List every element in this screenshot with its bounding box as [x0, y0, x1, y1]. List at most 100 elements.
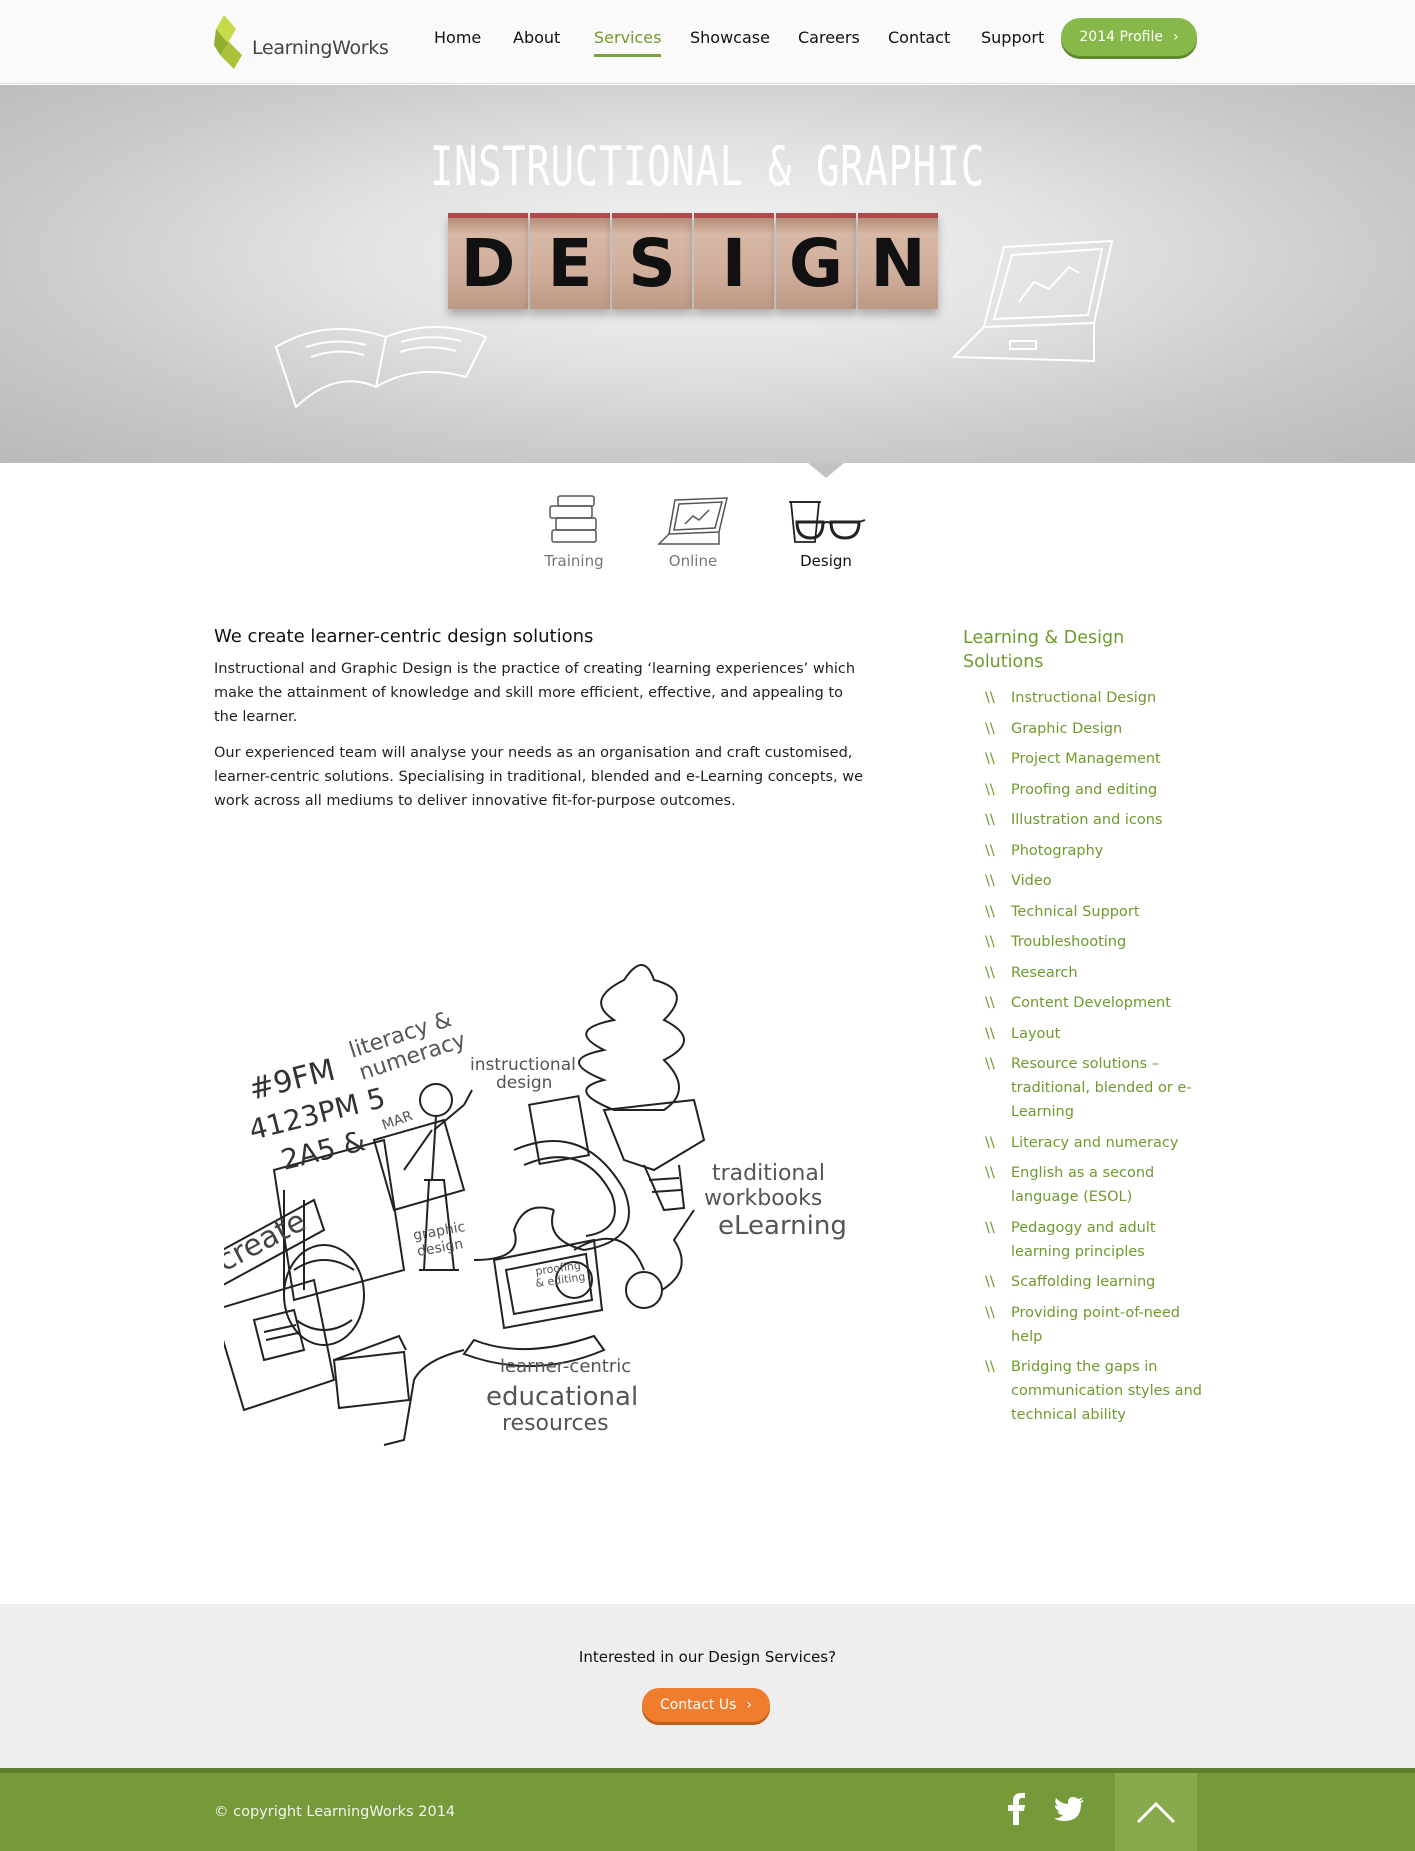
illustration-word: design — [496, 1073, 552, 1093]
solution-item-label: Proofing and editing — [1011, 781, 1158, 798]
design-blocks: D E S I G N — [448, 213, 938, 309]
bullet-icon: \\ — [985, 1165, 995, 1181]
sidebar-solutions: Learning & Design Solutions \\ Instructio… — [963, 626, 1203, 1434]
tab-design[interactable]: Design — [766, 490, 886, 570]
solution-item-label: Resource solutions – traditional, blende… — [1011, 1056, 1192, 1120]
main-nav: Home About Services Showcase Careers Con… — [0, 0, 1415, 84]
solution-item[interactable]: \\ Photography — [963, 839, 1203, 863]
bullet-icon: \\ — [985, 964, 995, 981]
solution-item[interactable]: \\ Resource solutions – traditional, blen… — [963, 1052, 1203, 1124]
back-to-top-button[interactable] — [1115, 1773, 1197, 1851]
illustration-word: eLearning — [718, 1211, 847, 1241]
nav-support[interactable]: Support — [981, 28, 1044, 47]
bullet-icon: \\ — [985, 1134, 995, 1151]
solution-item[interactable]: \\ Scaffolding learning — [963, 1270, 1203, 1294]
nav-showcase[interactable]: Showcase — [690, 28, 770, 47]
illustration-word: workbooks — [704, 1186, 822, 1211]
bullet-icon: \\ — [985, 690, 995, 706]
solution-item[interactable]: \\ Technical Support — [963, 900, 1203, 924]
solution-item[interactable]: \\ Proofing and editing — [963, 778, 1203, 802]
solution-item-label: English as a second language (ESOL) — [1011, 1165, 1155, 1205]
chevron-right-icon: › — [1173, 29, 1179, 45]
bullet-icon: \\ — [985, 751, 995, 767]
profile-button-label: 2014 Profile — [1079, 29, 1163, 45]
bullet-icon: \\ — [985, 934, 995, 950]
solution-item[interactable]: \\ Content Development — [963, 991, 1203, 1015]
solution-item-label: Content Development — [1011, 995, 1171, 1011]
illustration-word: resources — [502, 1411, 609, 1436]
tab-design-label: Design — [800, 552, 852, 570]
solution-item-label: Video — [1011, 873, 1052, 889]
nav-about[interactable]: About — [513, 28, 560, 47]
solution-item-label: Troubleshooting — [1011, 934, 1127, 950]
cta-text: Interested in our Design Services? — [578, 1648, 837, 1666]
content-paragraph: Our experienced team will analyse your n… — [214, 745, 864, 809]
contact-us-label: Contact Us — [659, 1697, 737, 1713]
letter-block: S — [612, 213, 692, 309]
laptop-sketch-icon — [951, 239, 1114, 363]
bullet-icon: \\ — [985, 720, 995, 737]
solution-item[interactable]: \\ Instructional Design — [963, 686, 1203, 710]
bullet-icon: \\ — [985, 873, 995, 889]
contact-us-button[interactable]: Contact Us › — [642, 1688, 770, 1722]
solution-item[interactable]: \\ Research — [963, 961, 1203, 985]
tab-training[interactable]: Training — [514, 490, 634, 570]
solution-item[interactable]: \\ Layout — [963, 1022, 1203, 1046]
tab-online-label: Online — [668, 552, 718, 570]
bullet-icon: \\ — [985, 1304, 995, 1321]
solution-item[interactable]: \\ Project Management — [963, 747, 1203, 771]
solution-item-label: Illustration and icons — [1011, 812, 1163, 828]
solution-item-label: Instructional Design — [1011, 690, 1157, 706]
solution-item[interactable]: \\ Video — [963, 869, 1203, 893]
nav-home[interactable]: Home — [434, 28, 481, 47]
site-footer: © copyright LearningWorks 2014 — [0, 1768, 1415, 1851]
bullet-icon: \\ — [985, 781, 995, 798]
solution-item-label: Pedagogy and adult learning principles — [1011, 1219, 1156, 1260]
hero-banner: INSTRUCTIONAL & GRAPHIC D E S I G N — [0, 85, 1415, 463]
solution-item[interactable]: \\ Literacy and numeracy — [963, 1131, 1203, 1155]
solution-item[interactable]: \\ Pedagogy and adult learning principles — [963, 1216, 1203, 1264]
bullet-icon: \\ — [985, 1274, 995, 1290]
laptop-icon — [657, 497, 728, 545]
facebook-icon[interactable] — [1006, 1793, 1026, 1825]
chevron-right-icon: › — [746, 1697, 753, 1713]
plug-icon — [383, 1349, 465, 1446]
nav-contact[interactable]: Contact — [888, 28, 950, 47]
bullet-icon: \\ — [985, 1056, 995, 1072]
solution-item[interactable]: \\ Providing point-of-need help — [963, 1301, 1203, 1349]
profile-2014-button[interactable]: 2014 Profile › — [1061, 18, 1197, 56]
hero-pointer — [808, 463, 844, 478]
solutions-list: \\ Instructional Design \\ Graphic Design \\… — [963, 686, 1203, 1427]
tab-training-label: Training — [544, 552, 604, 570]
bullet-icon: \\ — [985, 1025, 995, 1042]
solution-item[interactable]: \\ Troubleshooting — [963, 930, 1203, 954]
letter-block: I — [694, 213, 774, 309]
cta-band: Interested in our Design Services? Conta… — [0, 1604, 1415, 1768]
letter-block: N — [858, 213, 938, 309]
bullet-icon: \\ — [985, 903, 995, 920]
sidebar-title: Learning & Design Solutions — [963, 628, 1125, 672]
illustration-word: instructional — [470, 1055, 576, 1075]
solution-item-label: Layout — [1011, 1025, 1061, 1042]
bullet-icon: \\ — [985, 842, 995, 859]
solution-item-label: Literacy and numeracy — [1011, 1134, 1179, 1151]
letter-block: E — [530, 213, 610, 309]
tab-online[interactable]: Online — [633, 490, 753, 570]
film-strip-icon — [473, 1094, 630, 1261]
solution-item[interactable]: \\ Illustration and icons — [963, 808, 1203, 832]
content-heading: We create learner-centric design solutio… — [214, 626, 594, 647]
book-sketch-icon — [274, 326, 488, 409]
letter-block: G — [776, 213, 856, 309]
illustration-word: educational — [486, 1382, 638, 1412]
solution-item-label: Providing point-of-need help — [1011, 1304, 1180, 1345]
solution-item[interactable]: \\ English as a second language (ESOL) — [963, 1161, 1203, 1209]
main-content: We create learner-centric design solutio… — [214, 626, 864, 825]
nav-careers[interactable]: Careers — [798, 28, 860, 47]
nav-services[interactable]: Services — [594, 28, 662, 57]
solution-item-label: Graphic Design — [1011, 720, 1123, 737]
illustration-word: traditional — [712, 1161, 825, 1186]
chevron-up-icon — [1136, 1801, 1176, 1824]
twitter-icon[interactable] — [1054, 1797, 1084, 1823]
solution-item[interactable]: \\ Bridging the gaps in communication sty… — [963, 1355, 1203, 1427]
solution-item[interactable]: \\ Graphic Design — [963, 717, 1203, 741]
